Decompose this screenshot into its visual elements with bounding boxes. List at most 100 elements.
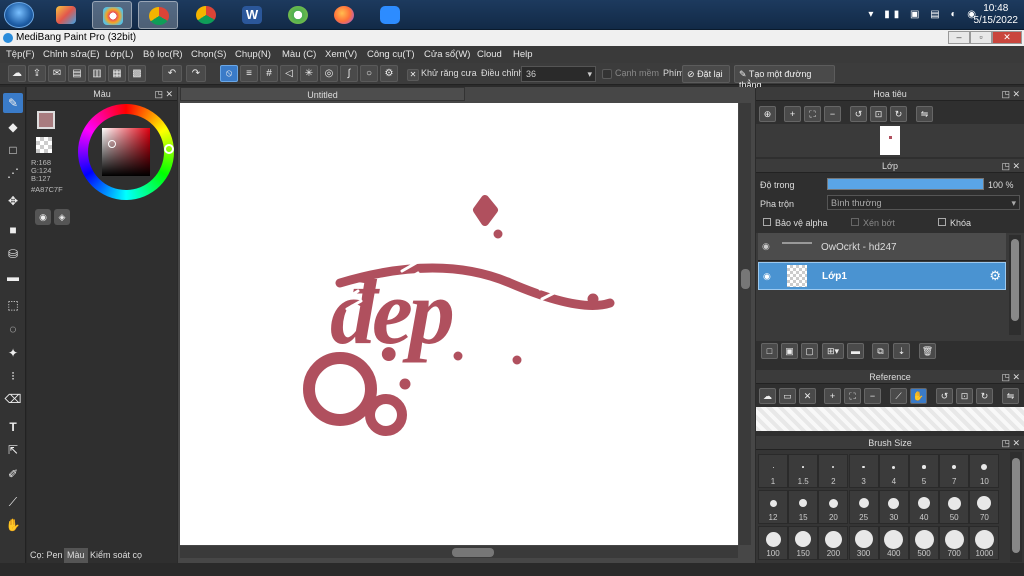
menu-filter[interactable]: Bộ lọc(R) [143,49,183,60]
operation-tool-icon[interactable]: ⇱ [3,440,23,460]
reference-hand-icon[interactable]: ✋ [910,388,927,404]
visibility-eye-icon[interactable]: ◉ [762,241,770,252]
document-icon[interactable]: ▥ [88,65,106,82]
antialias-checkbox[interactable]: ✕ [407,69,419,81]
rotate-right-icon[interactable]: ↻ [890,106,907,122]
brush-size-option[interactable]: 10 [969,454,1000,488]
curve-snap-icon[interactable]: ∫ [340,65,358,82]
brush-size-option[interactable]: 5 [909,454,939,488]
panel-close-icon[interactable]: ◳ ✕ [1001,87,1020,101]
zoom-app-icon[interactable] [370,1,410,29]
grid-snap-icon[interactable]: # [260,65,278,82]
concentric-snap-icon[interactable]: ◎ [320,65,338,82]
brush-size-option[interactable]: 4 [878,454,909,488]
menu-edit[interactable]: Chỉnh sửa(E) [43,49,100,60]
magic-wand-icon[interactable]: ✦ [3,343,23,363]
eyedropper-icon[interactable]: ⟋ [3,492,23,512]
brush-size-option[interactable]: 30 [878,490,909,524]
system-tray-icons[interactable]: ▾ ▮▮ ▣ ▤ ◐ ◉ [868,9,980,20]
reference-fit-icon[interactable]: ⛶ [844,388,861,404]
reference-cloud-icon[interactable]: ☁ [759,388,776,404]
layer-add-menu-icon[interactable]: ⊞▾ [822,343,844,359]
navigator-thumbnail[interactable] [880,126,900,155]
undo-icon[interactable]: ↶ [162,65,182,82]
horizontal-scroll-thumb[interactable] [452,548,494,557]
reference-flip-icon[interactable]: ⇋ [1002,388,1019,404]
lock-checkbox[interactable] [938,218,946,226]
text-tool-icon[interactable]: T [3,417,23,437]
cloud-icon[interactable]: ☁ [8,65,26,82]
menu-tools[interactable]: Công cụ(T) [367,49,415,60]
vertical-scroll-thumb[interactable] [741,269,750,289]
menu-select[interactable]: Chọn(S) [191,49,226,60]
sv-marker[interactable] [108,140,116,148]
brush-size-option[interactable]: 200 [818,526,849,560]
redo-icon[interactable]: ↷ [186,65,206,82]
brush-size-scroll-thumb[interactable] [1012,458,1020,553]
brush-size-option[interactable]: 70 [969,490,1000,524]
brush-size-option[interactable]: 3 [848,454,879,488]
zoom-fit-icon[interactable]: ⊕ [759,106,776,122]
brush-size-option[interactable]: 15 [788,490,819,524]
select-tool-icon[interactable]: ⬚ [3,295,23,315]
close-window-button[interactable]: ✕ [992,31,1022,44]
drawing-canvas[interactable]: đẹp [180,103,738,545]
layer-row-selected[interactable]: ◉ Lớp1 ⚙ [758,262,1006,290]
select-eraser-icon[interactable]: ⌫ [3,389,23,409]
brush-size-option[interactable]: 100 [758,526,788,560]
brush-size-option[interactable]: 1.5 [788,454,819,488]
panel-close-icon[interactable]: ◳ ✕ [1001,159,1020,173]
snap-settings-icon[interactable]: ⚙ [380,65,398,82]
perspective-snap-icon[interactable]: ◁ [280,65,298,82]
new-halftone-layer-icon[interactable]: ▣ [781,343,798,359]
rectangle-tool-icon[interactable]: □ [3,140,23,160]
protect-alpha-checkbox[interactable] [763,218,771,226]
adjust-dropdown[interactable]: 36 ▾ [521,66,596,82]
brush-size-option[interactable]: 20 [818,490,849,524]
chrome-app-icon[interactable] [186,1,226,29]
select-pen-icon[interactable]: ⁝ [3,366,23,386]
coccoc-app-icon[interactable] [278,1,318,29]
clipping-checkbox[interactable] [851,218,859,226]
merge-layer-icon[interactable]: ⇣ [893,343,910,359]
tab-brush-control[interactable]: Kiểm soát cọ [87,548,145,563]
layer-list-scrollbar[interactable] [1009,235,1021,335]
upload-icon[interactable]: ⇪ [28,65,46,82]
brush-size-option[interactable]: 700 [939,526,970,560]
tab-brush-pen[interactable]: Cọ: Pen [27,548,66,563]
palette-icon[interactable]: ◉ [35,209,51,225]
reference-close-icon[interactable]: ✕ [799,388,816,404]
reference-eyedropper-icon[interactable]: ⟋ [890,388,907,404]
vertical-scrollbar[interactable] [739,103,751,545]
menu-file[interactable]: Tệp(F) [6,49,35,60]
brush-size-option[interactable]: 12 [758,490,788,524]
menu-window[interactable]: Cửa sổ(W) [424,49,470,60]
reference-zoom-in-icon[interactable]: + [824,388,841,404]
palette-add-icon[interactable]: ◈ [54,209,70,225]
move-tool-icon[interactable]: ✥ [3,191,23,211]
chrome-profile-app-icon[interactable] [138,1,178,29]
gradient-tool-icon[interactable]: ▬ [3,267,23,287]
reference-rotate-right-icon[interactable]: ↻ [976,388,993,404]
bucket-tool-icon[interactable]: ⛁ [3,244,23,264]
reference-open-icon[interactable]: ▭ [779,388,796,404]
taskbar-clock[interactable]: 10:48 5/15/2022 [974,3,1019,27]
zoom-in-icon[interactable]: + [784,106,801,122]
menu-layer[interactable]: Lớp(L) [105,49,133,60]
fill-rect-tool-icon[interactable]: ■ [3,220,23,240]
panel-close-icon[interactable]: ◳ ✕ [1001,370,1020,384]
brush-size-option[interactable]: 7 [939,454,970,488]
reset-button[interactable]: ⊘ Đặt lại [682,65,730,83]
word-app-icon[interactable]: W [232,1,272,29]
brush-size-option[interactable]: 40 [909,490,939,524]
maximize-button[interactable]: ▫ [970,31,992,44]
lasso-tool-icon[interactable]: ◌ [3,319,23,339]
rotate-fit-icon[interactable]: ⊡ [870,106,887,122]
hand-tool-icon[interactable]: ✋ [3,515,23,535]
blend-dropdown[interactable]: Bình thường ▾ [827,195,1020,210]
document-tab[interactable]: Untitled [180,87,465,101]
flip-icon[interactable]: ⇋ [916,106,933,122]
horizontal-scrollbar[interactable] [180,546,738,558]
medibang-app-icon[interactable] [92,1,132,29]
brush-size-option[interactable]: 300 [848,526,879,560]
